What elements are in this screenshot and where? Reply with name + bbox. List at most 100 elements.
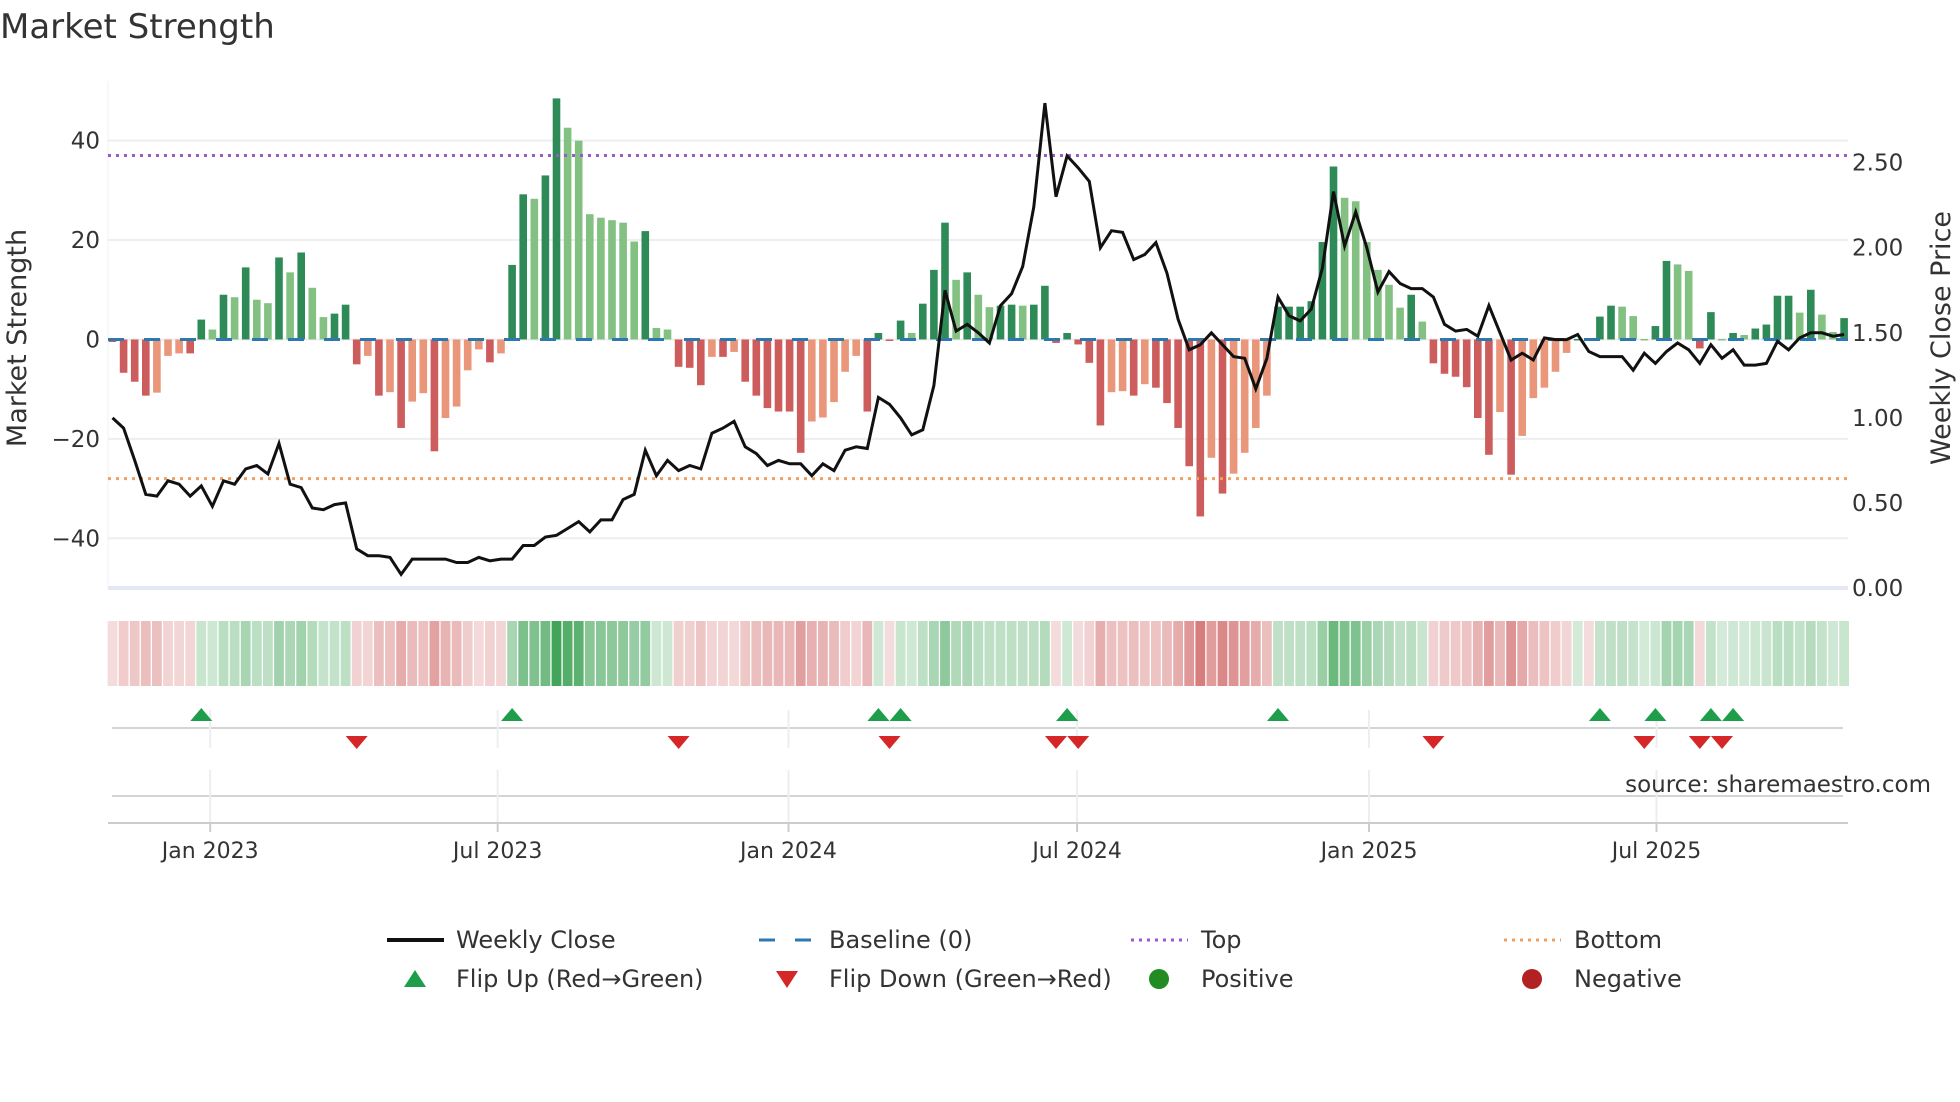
legend-item-baseline-0: Baseline (0) <box>759 926 972 954</box>
strength-bar <box>1773 295 1782 340</box>
strength-bar <box>1085 339 1094 363</box>
strength-bar <box>1107 339 1116 393</box>
heatmap-cell <box>1750 621 1761 686</box>
heatmap-cell <box>207 621 218 686</box>
strength-bar <box>1407 294 1415 340</box>
heatmap-cell <box>1250 621 1261 686</box>
heatmap-cell <box>407 621 418 686</box>
heatmap-cell <box>1128 621 1139 686</box>
heatmap-cell <box>851 621 862 686</box>
heatmap-cell <box>1683 621 1694 686</box>
heatmap-cell <box>240 621 251 686</box>
heatmap-cell <box>118 621 129 686</box>
y2-tick-label: 2.50 <box>1852 151 1903 177</box>
heatmap-cell <box>196 621 207 686</box>
heatmap-cell <box>1262 621 1272 686</box>
strength-bar <box>730 339 738 352</box>
heatmap-cell <box>1217 621 1228 686</box>
heatmap-cell <box>1495 621 1505 686</box>
flip-up-marker <box>1644 708 1667 721</box>
strength-bar <box>1818 314 1826 340</box>
heatmap-cell <box>318 621 329 686</box>
heatmap-cell <box>1373 621 1383 686</box>
strength-bar <box>241 267 250 340</box>
heatmap-cell <box>673 621 684 686</box>
flip-up-marker <box>501 708 524 721</box>
heatmap-cell <box>1284 621 1294 686</box>
strength-bar <box>830 339 838 403</box>
heatmap-cell <box>940 621 950 686</box>
y-tick-label: 40 <box>71 129 100 155</box>
strength-bar <box>208 329 217 340</box>
strength-bar <box>519 194 527 340</box>
strength-bar <box>297 252 305 340</box>
heatmap-cell <box>818 621 828 686</box>
heatmap-cell <box>1839 621 1849 686</box>
heatmap-cell <box>884 621 895 686</box>
strength-bar <box>1562 339 1571 353</box>
strength-bar <box>930 269 938 340</box>
strength-bar <box>674 339 683 367</box>
strength-bar <box>1018 305 1027 340</box>
heatmap-cell <box>1572 621 1583 686</box>
heatmap-cell <box>707 621 717 686</box>
heatmap-cell <box>984 621 995 686</box>
heatmap-cell <box>140 621 151 686</box>
legend-item-positive: Positive <box>1149 965 1294 993</box>
heatmap-cell <box>429 621 440 686</box>
strength-bar <box>1385 284 1393 340</box>
heatmap-cell <box>518 621 529 686</box>
strength-bar <box>863 339 872 412</box>
strength-bar <box>1396 307 1404 340</box>
strength-bar <box>1218 339 1227 494</box>
flip-down-marker <box>1067 736 1090 749</box>
strength-bar <box>808 339 816 422</box>
heatmap-cell <box>1195 621 1206 686</box>
strength-bar <box>1030 304 1038 340</box>
legend-label: Flip Up (Red→Green) <box>456 965 704 993</box>
circle-icon <box>1149 969 1169 989</box>
strength-bar <box>597 217 605 340</box>
heatmap-cell <box>695 621 706 686</box>
strength-bar <box>697 339 705 386</box>
heatmap-cell <box>995 621 1006 686</box>
strength-bar <box>563 127 572 340</box>
heatmap-cell <box>1595 621 1605 686</box>
heatmap-cell <box>1628 621 1639 686</box>
strength-bar <box>1418 321 1427 340</box>
heatmap-cell <box>1650 621 1661 686</box>
flip-down-marker <box>345 736 368 749</box>
heatmap-cell <box>1706 621 1716 686</box>
x-tick-label: Jul 2025 <box>1610 839 1702 864</box>
strength-bar <box>1673 264 1682 340</box>
strength-bar <box>1707 312 1715 340</box>
heatmap-cell <box>174 621 184 686</box>
heatmap-cell <box>1439 621 1450 686</box>
strength-bar <box>319 317 328 340</box>
heatmap-cell <box>862 621 873 686</box>
strength-bar <box>1596 316 1604 340</box>
flip-down-marker <box>1045 736 1067 749</box>
strength-bar <box>1196 339 1205 517</box>
heatmap-cell <box>451 621 462 686</box>
strength-bar <box>364 339 372 356</box>
heatmap-cell <box>729 621 739 686</box>
heatmap-cell <box>1095 621 1106 686</box>
strength-bar <box>919 303 927 340</box>
heatmap-cell <box>1694 621 1705 686</box>
heatmap-cell <box>1528 621 1539 686</box>
strength-bar <box>741 339 749 382</box>
flip-up-marker <box>867 708 890 721</box>
heatmap-cell <box>1461 621 1472 686</box>
heatmap-cell <box>1139 621 1150 686</box>
y-tick-label: 0 <box>85 327 100 353</box>
strength-bar <box>1474 339 1482 419</box>
market-strength-chart: Market Strength −40 −20 0 20 40 0.00 0.50 1.00 1… <box>0 7 1957 993</box>
heatmap-cell <box>1073 621 1084 686</box>
heatmap-cell <box>1384 621 1394 686</box>
strength-bar <box>219 294 228 340</box>
triangle-down-icon <box>776 971 798 988</box>
strength-bar <box>153 339 161 393</box>
strength-bar <box>1662 260 1671 340</box>
heatmap-cell <box>1162 621 1172 686</box>
